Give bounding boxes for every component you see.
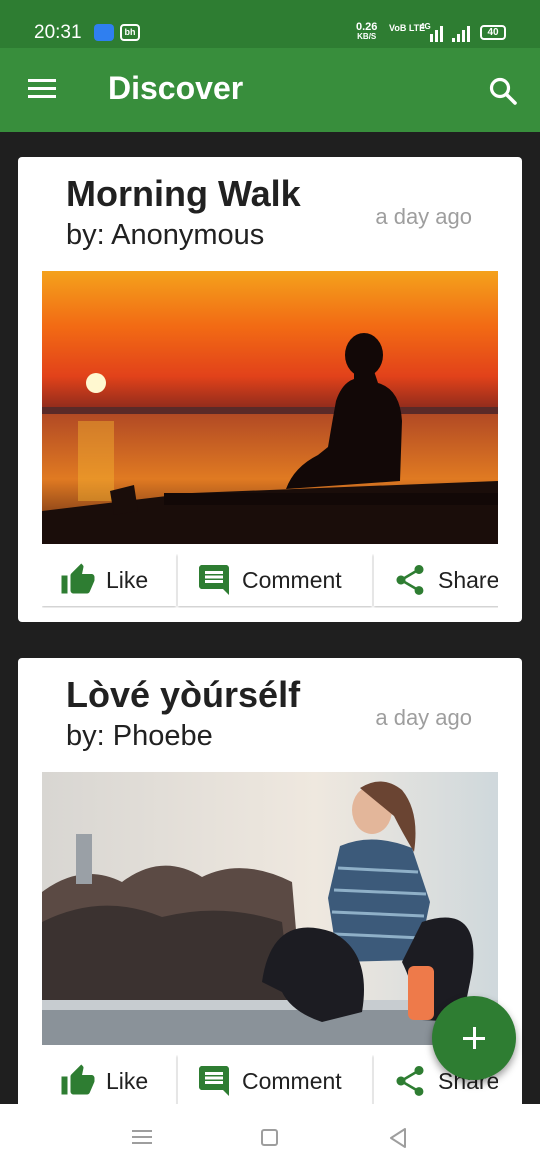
add-post-button[interactable]: [432, 996, 516, 1080]
android-app-icon: [94, 24, 114, 41]
system-nav-bar: [0, 1104, 540, 1170]
post-image[interactable]: [42, 271, 498, 544]
thumb-up-icon: [61, 563, 95, 594]
like-label: Like: [106, 566, 149, 593]
share-icon: [396, 565, 424, 595]
share-icon: [396, 1066, 424, 1096]
app-bar: Discover: [0, 48, 540, 132]
battery-icon: 40: [480, 25, 506, 40]
post-author: by: Phoebe: [66, 720, 213, 752]
comment-button[interactable]: Comment: [178, 1055, 372, 1104]
network-speed-unit: KB/S: [357, 32, 377, 41]
search-icon[interactable]: [488, 76, 518, 106]
menu-icon[interactable]: [28, 79, 56, 99]
status-bar: 20:31 bh 0.26 KB/S VoB LTE 4G 40: [0, 0, 540, 48]
post-time: a day ago: [375, 705, 472, 730]
comment-button[interactable]: Comment: [178, 554, 372, 606]
comment-icon: [199, 1066, 229, 1096]
signal-4g-icon: 4G: [420, 22, 444, 42]
post-author: by: Anonymous: [66, 219, 265, 251]
notification-app-icon: bh: [120, 24, 140, 41]
page-title: Discover: [108, 70, 244, 106]
like-button[interactable]: Like: [42, 554, 176, 606]
like-button[interactable]: Like: [42, 1055, 176, 1104]
like-label: Like: [106, 1067, 149, 1094]
post-card: Morning Walk by: Anonymous a day ago Lik…: [18, 157, 522, 622]
share-label: Share: [438, 566, 498, 593]
back-icon[interactable]: [387, 1127, 409, 1149]
comment-label: Comment: [242, 566, 342, 593]
post-actions: Like Comment Share: [42, 1055, 498, 1104]
thumb-up-icon: [61, 1064, 95, 1095]
signal-icon: [452, 24, 472, 42]
status-time: 20:31: [34, 22, 82, 43]
recent-apps-icon[interactable]: [132, 1130, 152, 1145]
share-button[interactable]: Share: [374, 554, 498, 606]
post-image[interactable]: [42, 772, 498, 1045]
post-title: Lòvé yòúrsélf: [66, 674, 301, 715]
post-title: Morning Walk: [66, 173, 301, 214]
post-actions: Like Comment Share: [42, 554, 498, 608]
comment-icon: [199, 565, 229, 595]
network-speed: 0.26 KB/S: [356, 22, 377, 42]
post-time: a day ago: [375, 204, 472, 229]
home-icon[interactable]: [261, 1129, 278, 1146]
comment-label: Comment: [242, 1067, 342, 1094]
